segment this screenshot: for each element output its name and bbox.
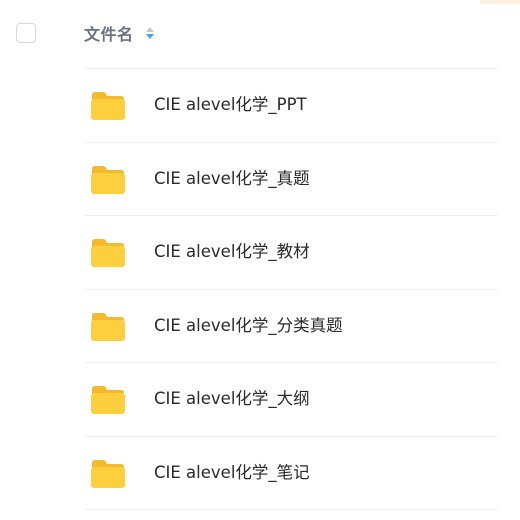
folder-icon	[90, 91, 126, 121]
file-name[interactable]: CIE alevel化学_PPT	[154, 93, 307, 117]
file-name[interactable]: CIE alevel化学_大纲	[154, 387, 310, 411]
sort-down-arrow-icon	[145, 34, 154, 39]
column-title: 文件名	[84, 25, 134, 44]
file-row[interactable]: CIE alevel化学_教材	[0, 216, 520, 290]
filename-column-header[interactable]: 文件名	[84, 21, 154, 45]
file-row[interactable]: CIE alevel化学_大纲	[0, 363, 520, 437]
list-header: 文件名	[0, 0, 520, 68]
file-row[interactable]: CIE alevel化学_真题	[0, 143, 520, 216]
folder-icon	[90, 385, 126, 415]
row-divider	[84, 509, 498, 510]
file-name[interactable]: CIE alevel化学_分类真题	[154, 314, 343, 338]
sort-arrows-icon[interactable]	[145, 27, 154, 39]
folder-icon	[90, 165, 126, 195]
file-list: CIE alevel化学_PPT CIE alevel化学_真题 CIE aleve…	[0, 69, 520, 510]
file-row[interactable]: CIE alevel化学_分类真题	[0, 290, 520, 363]
file-row[interactable]: CIE alevel化学_笔记	[0, 437, 520, 510]
folder-icon	[90, 238, 126, 268]
folder-icon	[90, 459, 126, 489]
folder-icon	[90, 312, 126, 342]
file-list-page: 文件名 CIE alevel化学_PPT CIE alevel化学_真题 CIE a…	[0, 0, 520, 520]
file-name[interactable]: CIE alevel化学_教材	[154, 240, 310, 264]
file-name[interactable]: CIE alevel化学_笔记	[154, 461, 310, 485]
file-row[interactable]: CIE alevel化学_PPT	[0, 69, 520, 143]
sort-up-arrow-icon	[145, 27, 154, 32]
select-all-checkbox[interactable]	[16, 23, 36, 43]
file-name[interactable]: CIE alevel化学_真题	[154, 167, 310, 191]
